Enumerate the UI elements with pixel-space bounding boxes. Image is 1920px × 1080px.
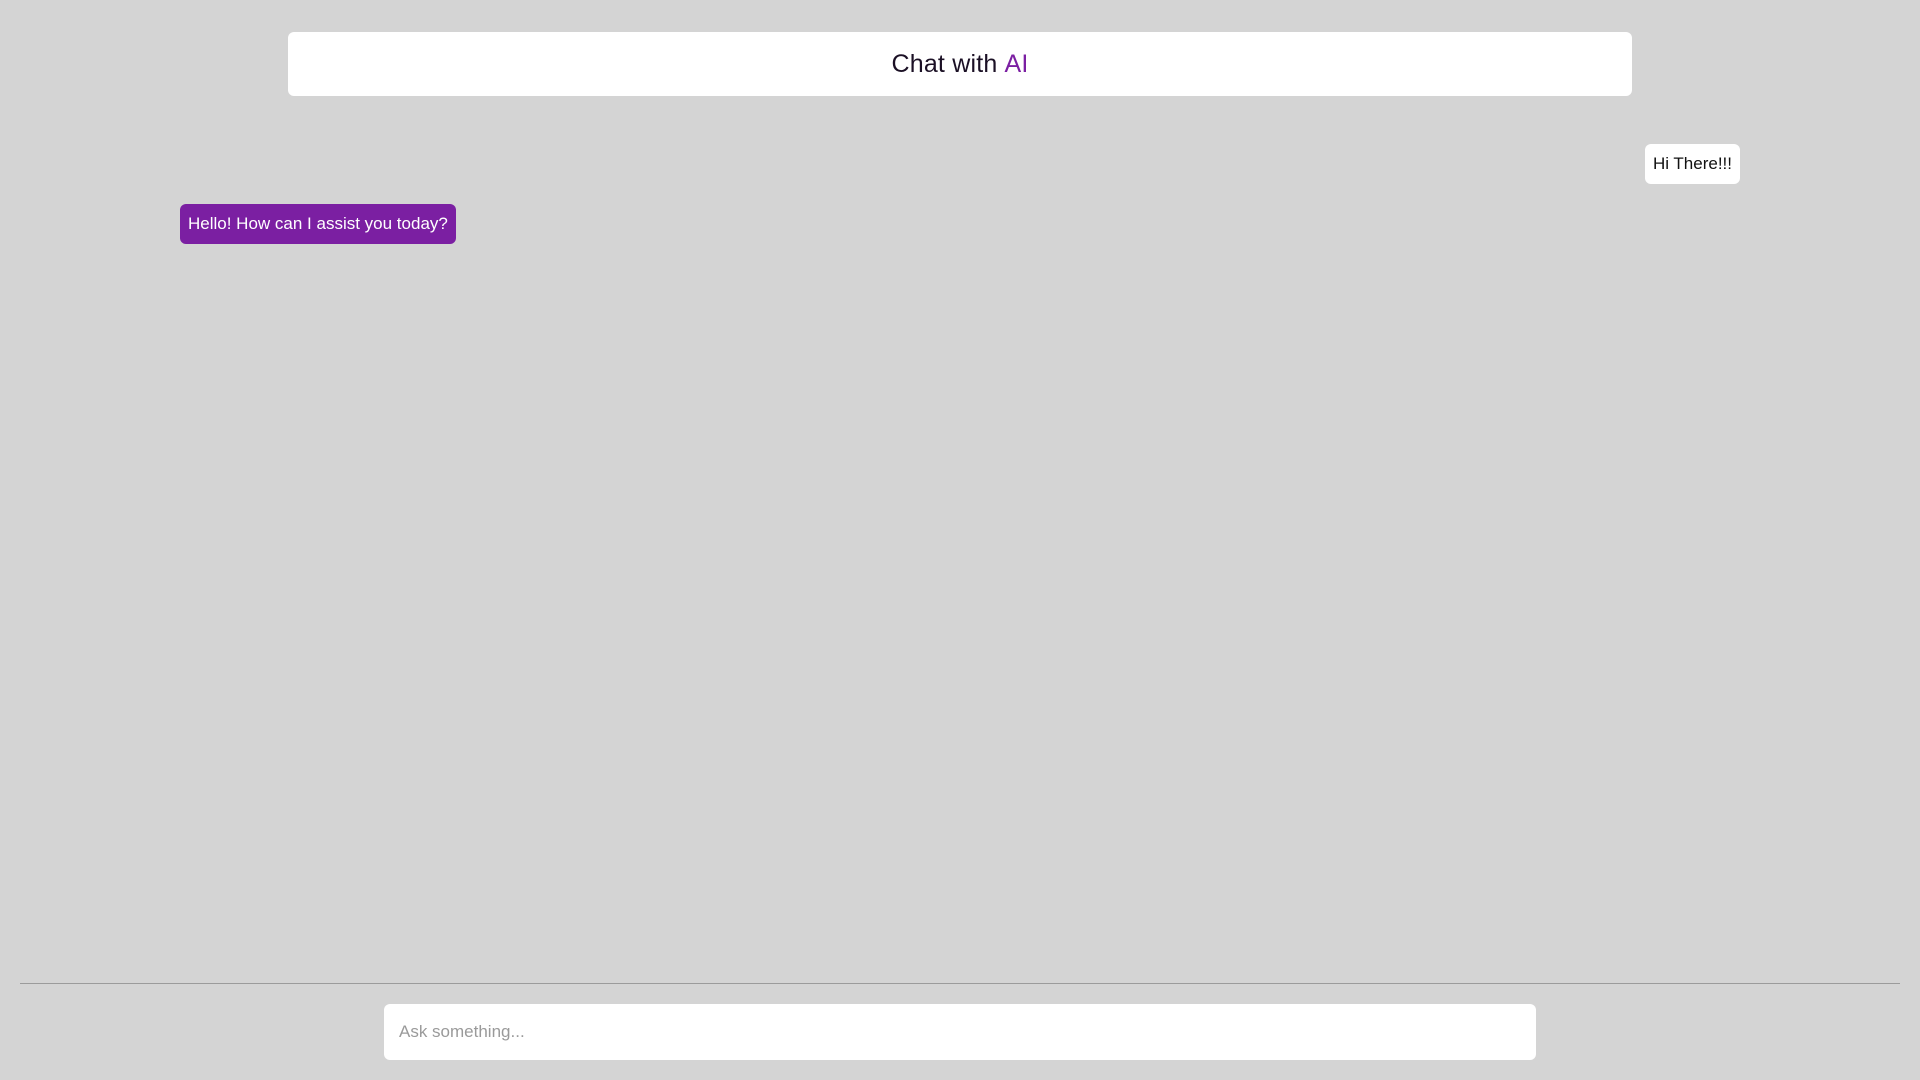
message-composer [384,1004,1536,1060]
chat-page: Chat with AI Hi There!!! Hello! How can … [0,0,1920,1080]
composer-divider [20,983,1900,984]
ai-message-bubble: Hello! How can I assist you today? [180,204,456,244]
user-message-bubble: Hi There!!! [1644,144,1740,184]
message-list: Hi There!!! Hello! How can I assist you … [0,0,1920,980]
message-input[interactable] [399,1004,1521,1060]
